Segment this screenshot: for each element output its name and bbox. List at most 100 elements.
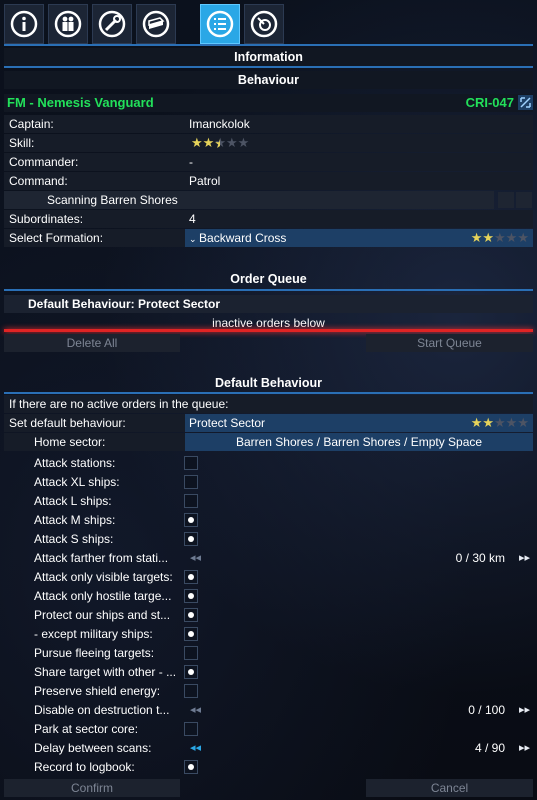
formation-row: Select Formation: ⌄ Backward Cross ★★★★★ (4, 229, 533, 247)
option-row: Pursue fleeing targets: (4, 644, 533, 662)
no-orders-text: If there are no active orders in the que… (9, 397, 229, 411)
delete-all-button[interactable]: Delete All (4, 334, 180, 352)
formation-label: Select Formation: (9, 231, 104, 245)
subordinates-label: Subordinates: (9, 212, 84, 226)
option-checkbox[interactable] (184, 627, 198, 641)
scanning-button-1[interactable] (498, 192, 514, 208)
option-checkbox[interactable] (184, 475, 198, 489)
confirm-button[interactable]: Confirm (4, 779, 180, 797)
ship-row: FM - Nemesis Vanguard CRI-047 (4, 94, 533, 112)
order-queue-header: Order Queue (230, 272, 307, 286)
option-label: Pursue fleeing targets: (34, 646, 155, 660)
tab-equipment[interactable] (92, 4, 132, 44)
default-behaviour-dropdown[interactable]: Protect Sector ★★★★★ (185, 414, 533, 432)
expand-icon[interactable] (518, 95, 533, 110)
option-row: Attack only visible targets: (4, 568, 533, 586)
start-queue-button[interactable]: Start Queue (366, 334, 533, 352)
slider-increase-icon[interactable]: ▸▸ (519, 701, 530, 719)
slider-increase-icon[interactable]: ▸▸ (519, 739, 530, 757)
option-label: Attack only hostile targe... (34, 589, 172, 603)
tab-behaviour[interactable] (200, 4, 240, 44)
active-orders-divider (4, 329, 533, 332)
cargo-icon (142, 10, 170, 38)
option-row: Record to logbook: (4, 758, 533, 776)
slider-decrease-icon[interactable]: ◂◂ (190, 739, 201, 757)
divider (4, 66, 533, 68)
slider-decrease-icon[interactable]: ◂◂ (190, 701, 201, 719)
default-order-row[interactable]: Default Behaviour: Protect Sector (4, 295, 533, 313)
option-label: Park at sector core: (34, 722, 139, 736)
option-row: Disable on destruction t... ◂◂ 0 / 100 ▸▸ (4, 701, 533, 719)
option-row: Delay between scans: ◂◂ 4 / 90 ▸▸ (4, 739, 533, 757)
scanning-button-2[interactable] (516, 192, 532, 208)
tab-bar (4, 4, 533, 46)
home-sector-dropdown[interactable]: Barren Shores / Barren Shores / Empty Sp… (185, 433, 533, 451)
option-checkbox[interactable] (184, 665, 198, 679)
information-header: Information (4, 48, 533, 66)
slider-value[interactable]: 0 / 100 (468, 701, 505, 719)
option-row: Attack XL ships: (4, 473, 533, 491)
option-label: Share target with other - ... (34, 665, 177, 679)
captain-row: Captain: Imanckolok (4, 115, 533, 133)
option-checkbox[interactable] (184, 760, 198, 774)
no-orders-row: If there are no active orders in the que… (4, 395, 533, 413)
option-checkbox[interactable] (184, 722, 198, 736)
default-order-text: Default Behaviour: Protect Sector (28, 297, 221, 311)
command-value: Patrol (189, 174, 221, 188)
formation-dropdown-text: ⌄ Backward Cross (189, 229, 286, 248)
scanning-row: Scanning Barren Shores (4, 191, 494, 209)
option-checkbox[interactable] (184, 589, 198, 603)
captain-label: Captain: (9, 117, 54, 131)
commander-value: - (189, 155, 193, 169)
tab-crew[interactable] (48, 4, 88, 44)
tab-underline (4, 44, 533, 46)
set-default-row: Set default behaviour: Protect Sector ★★… (4, 414, 533, 432)
option-label: Attack XL ships: (34, 475, 120, 489)
commander-row: Commander: - (4, 153, 533, 171)
option-label: Record to logbook: (34, 760, 135, 774)
option-label: Disable on destruction t... (34, 703, 170, 717)
option-label: Attack L ships: (34, 494, 112, 508)
option-row: Park at sector core: (4, 720, 533, 738)
command-label: Command: (9, 174, 68, 188)
tab-info[interactable] (4, 4, 44, 44)
slider-decrease-icon[interactable]: ◂◂ (190, 549, 201, 567)
subordinates-value: 4 (189, 212, 196, 226)
option-checkbox[interactable] (184, 494, 198, 508)
tab-cargo[interactable] (136, 4, 176, 44)
home-sector-row: Home sector: Barren Shores / Barren Shor… (4, 433, 533, 451)
command-row: Command: Patrol (4, 172, 533, 190)
option-row: - except military ships: (4, 625, 533, 643)
default-behaviour-header: Default Behaviour (215, 376, 322, 390)
option-row: Attack farther from stati... ◂◂ 0 / 30 km ▸… (4, 549, 533, 567)
formation-value: Backward Cross (199, 231, 287, 245)
option-checkbox[interactable] (184, 646, 198, 660)
divider (4, 289, 533, 291)
commander-label: Commander: (9, 155, 79, 169)
tab-sensor[interactable] (244, 4, 284, 44)
home-sector-label: Home sector: (34, 435, 106, 449)
option-row: Attack L ships: (4, 492, 533, 510)
ship-code: CRI-047 (465, 95, 514, 110)
slider-value[interactable]: 0 / 30 km (456, 549, 505, 567)
cancel-button[interactable]: Cancel (366, 779, 533, 797)
captain-value[interactable]: Imanckolok (189, 115, 250, 133)
option-row: Preserve shield energy: (4, 682, 533, 700)
ship-name: FM - Nemesis Vanguard (7, 95, 154, 110)
option-label: - except military ships: (34, 627, 153, 641)
option-checkbox[interactable] (184, 684, 198, 698)
default-behaviour-stars: ★★★★★ (470, 415, 529, 430)
set-default-label: Set default behaviour: (9, 416, 126, 430)
formation-dropdown[interactable]: ⌄ Backward Cross ★★★★★ (185, 229, 533, 247)
slider-increase-icon[interactable]: ▸▸ (519, 549, 530, 567)
inactive-orders-text: inactive orders below (212, 316, 325, 330)
option-row: Attack S ships: (4, 530, 533, 548)
option-checkbox[interactable] (184, 570, 198, 584)
option-checkbox[interactable] (184, 513, 198, 527)
slider-value[interactable]: 4 / 90 (475, 739, 505, 757)
option-checkbox[interactable] (184, 456, 198, 470)
option-checkbox[interactable] (184, 532, 198, 546)
option-checkbox[interactable] (184, 608, 198, 622)
skill-label: Skill: (9, 136, 35, 150)
skill-stars: ★★★ ★ ★★ (191, 135, 250, 151)
